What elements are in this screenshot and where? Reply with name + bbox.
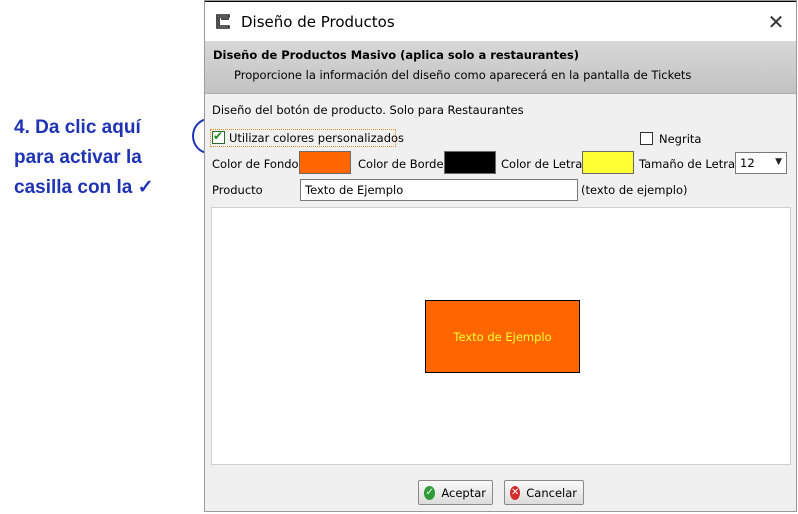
border-color-swatch[interactable] bbox=[444, 151, 496, 174]
font-size-label: Tamaño de Letra bbox=[639, 157, 735, 171]
section-label: Diseño del botón de producto. Solo para … bbox=[212, 103, 524, 117]
font-size-select[interactable]: 12 ▼ bbox=[735, 152, 787, 174]
text-color-label: Color de Letra bbox=[501, 157, 583, 171]
bold-label[interactable]: Negrita bbox=[659, 132, 701, 146]
accept-button-label: Aceptar bbox=[441, 485, 486, 500]
preview-product-button: Texto de Ejemplo bbox=[425, 300, 580, 373]
app-icon bbox=[216, 14, 230, 29]
product-text-input[interactable] bbox=[300, 179, 578, 201]
banner-title: Diseño de Productos Masivo (aplica solo … bbox=[213, 48, 579, 62]
cancel-button[interactable]: ✕ Cancelar bbox=[504, 480, 584, 505]
banner-subtitle: Proporcione la información del diseño co… bbox=[234, 68, 692, 82]
text-color-swatch[interactable] bbox=[582, 151, 634, 174]
preview-area: Texto de Ejemplo bbox=[211, 207, 791, 465]
accept-button[interactable]: ✓ Aceptar bbox=[418, 480, 493, 505]
border-color-label: Color de Borde bbox=[358, 157, 444, 171]
cancel-circle-icon: ✕ bbox=[510, 485, 521, 500]
bold-checkbox[interactable] bbox=[640, 132, 653, 145]
window-title: Diseño de Productos bbox=[241, 13, 395, 31]
annotation-line-2: para activar la bbox=[14, 147, 142, 168]
product-hint: (texto de ejemplo) bbox=[581, 183, 688, 197]
background-color-label: Color de Fondo bbox=[212, 157, 299, 171]
close-button[interactable]: ✕ bbox=[766, 11, 786, 33]
custom-colors-checkbox[interactable]: ✔ bbox=[212, 129, 225, 144]
title-bar: Diseño de Productos ✕ bbox=[205, 1, 796, 42]
custom-colors-label[interactable]: Utilizar colores personalizados bbox=[229, 131, 404, 145]
check-circle-icon: ✓ bbox=[424, 485, 436, 500]
preview-button-text: Texto de Ejemplo bbox=[453, 329, 552, 344]
product-label: Producto bbox=[212, 183, 263, 197]
annotation-line-1: 4. Da clic aquí bbox=[14, 117, 141, 138]
background-color-swatch[interactable] bbox=[299, 151, 351, 174]
font-size-value: 12 bbox=[740, 156, 755, 170]
cancel-button-label: Cancelar bbox=[526, 485, 577, 500]
checkmark-icon: ✔ bbox=[213, 129, 224, 143]
annotation-line-3: casilla con la ✓ bbox=[14, 177, 154, 198]
chevron-down-icon: ▼ bbox=[775, 157, 782, 167]
product-design-dialog: Diseño de Productos ✕ Diseño de Producto… bbox=[204, 0, 797, 512]
tutorial-annotation: 4. Da clic aquí para activar la casilla … bbox=[14, 113, 194, 203]
header-banner: Diseño de Productos Masivo (aplica solo … bbox=[205, 41, 796, 94]
